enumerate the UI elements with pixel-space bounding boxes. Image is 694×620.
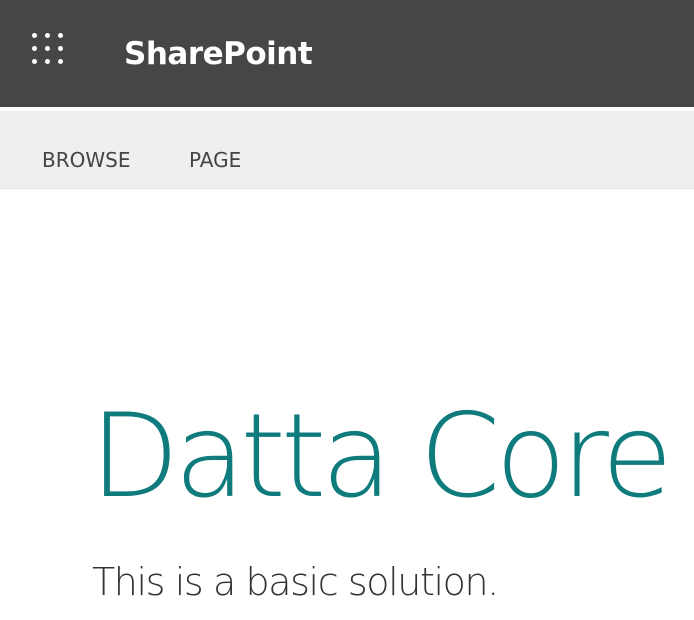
suite-bar: SharePoint xyxy=(0,0,694,107)
site-title: Datta Core xyxy=(90,389,673,524)
site-description: This is a basic solution. xyxy=(92,560,499,604)
tab-page[interactable]: PAGE xyxy=(189,147,241,173)
ribbon-tab-bar: BROWSE PAGE xyxy=(0,111,694,189)
tab-browse[interactable]: BROWSE xyxy=(42,147,130,173)
app-launcher-waffle-icon[interactable] xyxy=(32,33,68,69)
sharepoint-brand-link[interactable]: SharePoint xyxy=(124,34,313,74)
